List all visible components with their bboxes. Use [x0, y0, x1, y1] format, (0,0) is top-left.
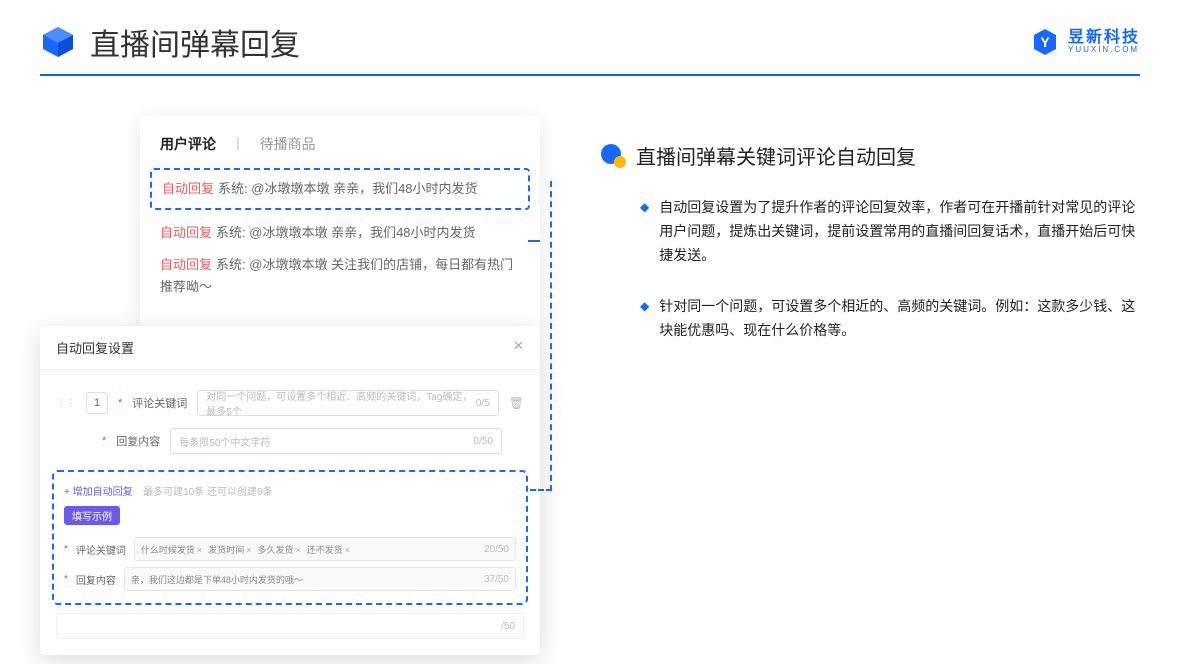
modal-header: 自动回复设置 ✕ — [40, 326, 540, 370]
comment-item: 自动回复系统: @冰墩墩本墩 亲亲，我们48小时内发货 — [160, 222, 520, 244]
keyword-label: 评论关键词 — [132, 395, 187, 411]
keyword-row: ⋮⋮ 1 * 评论关键词 对同一个问题，可设置多个相近、高频的关键词，Tag确定… — [40, 384, 540, 422]
brand-logo: Y 昱新科技 YUUXIN.COM — [1030, 27, 1140, 57]
bullet-item: ◆ 自动回复设置为了提升作者的评论回复效率，作者可在开播前针对常见的评论用户问题… — [600, 196, 1140, 267]
close-icon[interactable]: ✕ — [513, 338, 524, 357]
trash-icon[interactable]: 🗑 — [509, 396, 524, 410]
svg-text:Y: Y — [1040, 34, 1050, 50]
tag: 什么时候发货 — [141, 543, 202, 556]
diamond-bullet-icon: ◆ — [640, 299, 649, 343]
content-row: * 回复内容 每条限50个中文字符 0/50 — [40, 422, 540, 460]
example-content-label: 回复内容 — [76, 572, 116, 587]
drag-handle-icon[interactable]: ⋮⋮ — [56, 398, 76, 409]
example-keyword-label: 评论关键词 — [76, 542, 126, 557]
comment-item: 自动回复系统: @冰墩墩本墩 关注我们的店铺，每日都有热门推荐呦～ — [160, 254, 520, 298]
brand-logo-icon: Y — [1030, 27, 1060, 57]
bullet-text: 针对同一个问题，可设置多个相近的、高频的关键词。例如：这款多少钱、这块能优惠吗、… — [659, 295, 1140, 343]
tag: 多久发货 — [257, 543, 300, 556]
example-keyword-row: * 评论关键词 什么时候发货 发货时间 多久发货 还不发货 20/50 — [64, 537, 516, 561]
bottom-input-placeholder[interactable]: /50 — [56, 613, 524, 639]
index-box: 1 — [86, 392, 108, 414]
auto-reply-tag: 自动回复 — [162, 181, 214, 196]
chat-bubble-icon — [600, 143, 626, 169]
modal-title: 自动回复设置 — [56, 338, 134, 357]
auto-reply-tag: 自动回复 — [160, 257, 212, 272]
content-label: 回复内容 — [116, 433, 160, 449]
content-input[interactable]: 每条限50个中文字符 0/50 — [170, 428, 502, 454]
tag: 还不发货 — [307, 543, 350, 556]
description-area: 直播间弹幕关键词评论自动回复 ◆ 自动回复设置为了提升作者的评论回复效率，作者可… — [600, 116, 1140, 371]
screenshot-area: 用户评论 | 待播商品 自动回复系统: @冰墩墩本墩 亲亲，我们48小时内发货 … — [40, 116, 560, 371]
connector-line-bottom — [530, 489, 552, 491]
comment-item-highlighted: 自动回复系统: @冰墩墩本墩 亲亲，我们48小时内发货 — [150, 168, 530, 210]
add-auto-reply-link[interactable]: + 增加自动回复 — [64, 487, 133, 498]
cube-icon — [40, 24, 76, 60]
tab-user-comments[interactable]: 用户评论 — [160, 134, 216, 154]
comment-tabs: 用户评论 | 待播商品 — [160, 134, 520, 154]
page-header: 直播间弹幕回复 Y 昱新科技 YUUXIN.COM — [0, 0, 1180, 74]
section-title-row: 直播间弹幕关键词评论自动回复 — [600, 141, 1140, 170]
comment-card: 用户评论 | 待播商品 自动回复系统: @冰墩墩本墩 亲亲，我们48小时内发货 … — [140, 116, 540, 328]
header-left: 直播间弹幕回复 — [40, 20, 300, 64]
tag: 发货时间 — [208, 543, 251, 556]
example-content-row: * 回复内容 亲，我们这边都是下单48小时内发货的哦～ 37/50 — [64, 567, 516, 591]
tab-separator: | — [236, 134, 240, 154]
bullet-item: ◆ 针对同一个问题，可设置多个相近的、高频的关键词。例如：这款多少钱、这块能优惠… — [600, 295, 1140, 343]
brand-name-en: YUUXIN.COM — [1068, 46, 1140, 54]
add-hint: 最多可建10条 还可以创建9条 — [143, 487, 272, 498]
auto-reply-tag: 自动回复 — [160, 225, 212, 240]
example-badge: 填写示例 — [64, 506, 120, 525]
diamond-bullet-icon: ◆ — [640, 200, 649, 267]
required-star: * — [64, 544, 68, 555]
keyword-input[interactable]: 对同一个问题，可设置多个相近、高频的关键词，Tag确定，最多5个 0/5 — [197, 390, 498, 416]
connector-line-vertical — [550, 181, 552, 491]
example-keyword-input[interactable]: 什么时候发货 发货时间 多久发货 还不发货 20/50 — [134, 537, 516, 561]
content-area: 用户评论 | 待播商品 自动回复系统: @冰墩墩本墩 亲亲，我们48小时内发货 … — [0, 76, 1180, 371]
required-star: * — [102, 435, 106, 447]
section-title: 直播间弹幕关键词评论自动回复 — [636, 141, 916, 170]
page-title: 直播间弹幕回复 — [90, 20, 300, 64]
required-star: * — [64, 574, 68, 585]
example-box: + 增加自动回复 最多可建10条 还可以创建9条 填写示例 * 评论关键词 什么… — [52, 470, 528, 605]
example-content-input[interactable]: 亲，我们这边都是下单48小时内发货的哦～ 37/50 — [124, 567, 516, 591]
bullet-text: 自动回复设置为了提升作者的评论回复效率，作者可在开播前针对常见的评论用户问题，提… — [659, 196, 1140, 267]
auto-reply-settings-modal: 自动回复设置 ✕ ⋮⋮ 1 * 评论关键词 对同一个问题，可设置多个相近、高频的… — [40, 326, 540, 655]
brand-name-cn: 昱新科技 — [1068, 30, 1140, 46]
required-star: * — [118, 397, 122, 409]
connector-line — [528, 240, 540, 242]
tab-pending-products[interactable]: 待播商品 — [260, 134, 316, 154]
